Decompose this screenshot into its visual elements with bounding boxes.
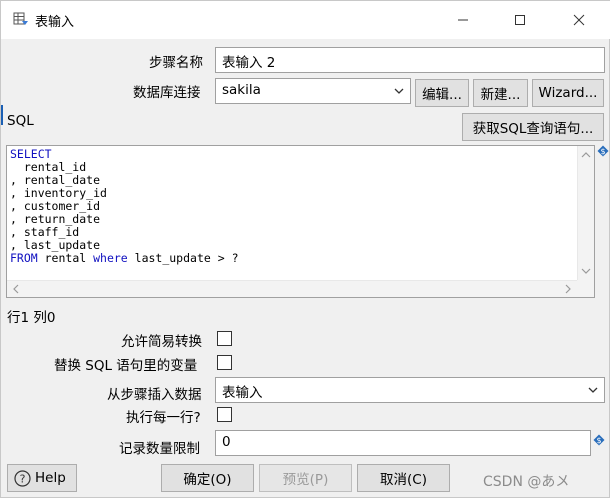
chevron-down-icon — [588, 387, 598, 393]
maximize-button[interactable] — [498, 5, 542, 35]
scroll-corner — [577, 280, 594, 297]
help-icon: ? — [14, 469, 31, 487]
help-button[interactable]: ? Help — [7, 464, 77, 492]
scroll-up-icon[interactable] — [578, 149, 594, 161]
execute-each-row-label: 执行每一行? — [126, 410, 201, 426]
sql-line: FROM rental where last_update > ? — [10, 251, 239, 265]
sql-horizontal-scrollbar[interactable] — [7, 280, 577, 297]
step-name-label: 步骤名称 — [149, 55, 203, 71]
insert-from-step-label: 从步骤插入数据 — [107, 387, 202, 403]
wizard-button[interactable]: Wizard... — [532, 79, 604, 107]
sql-text[interactable]: SELECT rental_id, rental_date, inventory… — [10, 148, 239, 265]
chevron-down-icon — [394, 88, 404, 94]
svg-text:$: $ — [600, 147, 605, 156]
window-title: 表输入 — [35, 15, 75, 30]
scroll-left-icon[interactable] — [10, 281, 22, 297]
watermark: CSDN @あ〤 — [483, 474, 570, 490]
sql-label: SQL — [7, 113, 34, 129]
preview-button[interactable]: 预览(P) — [259, 464, 352, 492]
variable-icon: $ — [593, 434, 605, 446]
scroll-right-icon[interactable] — [562, 281, 574, 297]
svg-text:?: ? — [20, 472, 26, 485]
sql-vertical-scrollbar[interactable] — [577, 146, 594, 280]
db-connection-value: sakila — [222, 82, 261, 98]
focus-marker — [1, 105, 3, 125]
new-connection-button[interactable]: 新建... — [473, 79, 528, 107]
sql-editor[interactable]: SELECT rental_id, rental_date, inventory… — [6, 145, 595, 298]
ok-button[interactable]: 确定(O) — [161, 464, 254, 492]
close-button[interactable] — [557, 5, 601, 35]
get-sql-button[interactable]: 获取SQL查询语句... — [462, 113, 604, 141]
db-connection-label: 数据库连接 — [133, 85, 201, 101]
table-input-icon — [13, 12, 28, 25]
execute-each-row-checkbox[interactable] — [217, 407, 232, 422]
help-label: Help — [35, 470, 66, 486]
minimize-icon — [458, 19, 468, 21]
lazy-conversion-checkbox[interactable] — [217, 331, 232, 346]
db-connection-select[interactable]: sakila — [215, 78, 411, 104]
cancel-button[interactable]: 取消(C) — [357, 464, 450, 492]
maximize-icon — [515, 15, 525, 25]
svg-text:$: $ — [596, 436, 601, 445]
replace-variables-checkbox[interactable] — [217, 355, 232, 370]
replace-variables-label: 替换 SQL 语句里的变量 — [54, 358, 198, 374]
insert-from-step-select[interactable]: 表输入 — [215, 377, 605, 403]
dialog-window: 表输入 步骤名称 表输入 2 数据库连接 sakila 编辑... 新建... … — [0, 0, 610, 498]
edit-connection-button[interactable]: 编辑... — [415, 79, 469, 107]
minimize-button[interactable] — [441, 5, 485, 35]
variable-icon: $ — [597, 145, 609, 157]
title-bar: 表输入 — [1, 1, 610, 39]
close-icon — [573, 14, 585, 26]
insert-from-step-value: 表输入 — [222, 385, 263, 401]
step-name-input[interactable]: 表输入 2 — [215, 47, 605, 73]
limit-input[interactable]: 0 — [215, 430, 591, 456]
lazy-conversion-label: 允许简易转换 — [121, 334, 202, 350]
limit-label: 记录数量限制 — [119, 441, 200, 457]
scroll-down-icon[interactable] — [578, 265, 594, 277]
cursor-position: 行1 列0 — [7, 310, 56, 326]
